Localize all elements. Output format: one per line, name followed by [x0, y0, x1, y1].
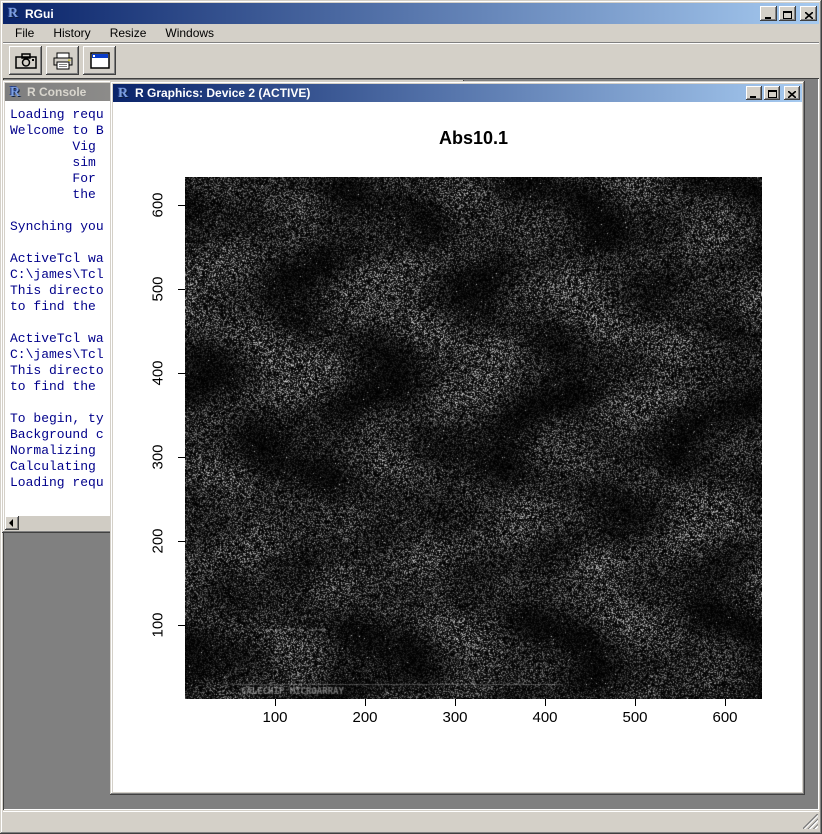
x-tick-label: 200: [352, 709, 377, 726]
r-logo-icon: R: [5, 6, 21, 21]
minimize-icon: [750, 91, 758, 98]
menu-windows[interactable]: Windows: [159, 25, 220, 41]
menu-history[interactable]: History: [47, 25, 96, 41]
x-tick: [545, 699, 546, 706]
plot-title: Abs10.1: [185, 128, 762, 149]
mdi-area: R R Console Loading requ Welcome to B Vi…: [3, 78, 819, 810]
scroll-left-icon: [9, 519, 13, 527]
maximize-icon: [783, 11, 792, 19]
x-tick-label: 300: [442, 709, 467, 726]
close-icon: [805, 12, 813, 19]
close-icon: [788, 91, 796, 98]
printer-icon: [52, 52, 74, 70]
close-button[interactable]: [800, 6, 817, 21]
graphics-maximize-button[interactable]: [764, 86, 780, 100]
x-tick: [275, 699, 276, 706]
toolbar: [3, 42, 819, 78]
y-tick-label: 200: [150, 528, 167, 553]
status-bar: [3, 811, 819, 830]
menu-file[interactable]: File: [9, 25, 40, 41]
y-tick: [178, 541, 185, 542]
resize-grip[interactable]: [803, 814, 818, 829]
graphics-minimize-button[interactable]: [746, 86, 762, 100]
x-tick-label: 500: [622, 709, 647, 726]
minimize-button[interactable]: [760, 6, 777, 21]
x-tick-label: 400: [532, 709, 557, 726]
y-tick-label: 500: [150, 276, 167, 301]
rgui-window: R RGui File History Resize Windows: [0, 0, 822, 834]
console-window-button[interactable]: [83, 46, 116, 75]
y-tick-label: 400: [150, 360, 167, 385]
graphics-title: R Graphics: Device 2 (ACTIVE): [135, 86, 310, 100]
maximize-icon: [768, 90, 777, 98]
x-tick: [725, 699, 726, 706]
graphics-close-button[interactable]: [784, 86, 800, 100]
y-tick-label: 100: [150, 612, 167, 637]
window-title: RGui: [25, 7, 54, 21]
print-button[interactable]: [46, 46, 79, 75]
r-logo-icon: R: [7, 85, 23, 100]
x-tick: [365, 699, 366, 706]
scroll-left-button[interactable]: [5, 516, 19, 530]
y-tick: [178, 205, 185, 206]
snapshot-button[interactable]: [9, 46, 42, 75]
r-graphics-window: R R Graphics: Device 2 (ACTIVE) Abs10.1: [110, 81, 805, 795]
console-window-icon: [90, 52, 110, 69]
console-title: R Console: [27, 85, 86, 99]
y-tick: [178, 457, 185, 458]
x-tick: [635, 699, 636, 706]
minimize-icon: [765, 12, 773, 19]
y-tick: [178, 373, 185, 374]
y-tick-label: 300: [150, 444, 167, 469]
menu-resize[interactable]: Resize: [104, 25, 153, 41]
x-tick-label: 600: [712, 709, 737, 726]
plot-area: Abs10.1 100 200 300 400 500 600 600 500 400 300 2…: [113, 102, 802, 792]
microarray-image: [185, 177, 762, 699]
x-tick-label: 100: [262, 709, 287, 726]
r-logo-icon: R: [115, 86, 131, 101]
graphics-titlebar[interactable]: R R Graphics: Device 2 (ACTIVE): [113, 84, 802, 102]
y-tick-label: 600: [150, 192, 167, 217]
camera-icon: [15, 53, 37, 69]
maximize-button[interactable]: [779, 6, 796, 21]
menubar: File History Resize Windows: [3, 24, 819, 42]
rgui-titlebar[interactable]: R RGui: [3, 3, 819, 24]
y-tick: [178, 289, 185, 290]
x-tick: [455, 699, 456, 706]
y-tick: [178, 625, 185, 626]
